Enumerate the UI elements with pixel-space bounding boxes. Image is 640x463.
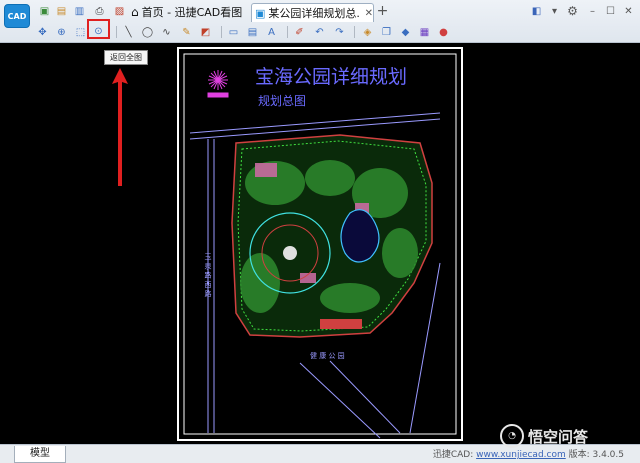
image-icon[interactable]: ▦ (418, 26, 431, 39)
minimize-icon[interactable]: – (586, 5, 599, 18)
dropdown-icon[interactable]: ▾ (548, 5, 561, 18)
save-icon[interactable]: ▥ (73, 5, 86, 18)
layers-panel-icon[interactable]: ❐ (380, 26, 393, 39)
settings-icon[interactable]: ⚙ (566, 5, 579, 18)
website-link[interactable]: www.xunjiecad.com (476, 450, 566, 460)
tab-home[interactable]: ⌂ 首页 - 迅捷CAD看图 (131, 3, 249, 21)
status-prefix: 迅捷CAD: (432, 450, 477, 460)
pan-icon[interactable]: ✥ (36, 26, 49, 39)
eraser-icon[interactable]: ◩ (199, 26, 212, 39)
home-icon: ⌂ (131, 5, 139, 19)
pencil-icon[interactable]: ✎ (180, 26, 193, 39)
new-tab-button[interactable]: + (376, 4, 389, 18)
text-box-icon[interactable]: ▤ (246, 26, 259, 39)
toolbar-divider (116, 26, 117, 38)
annotation-arrow (112, 68, 128, 186)
close-icon[interactable]: ✕ (622, 5, 635, 18)
eraser-icon[interactable]: ✐ (293, 26, 306, 39)
drawing-canvas[interactable]: 宝海公园详细规划 规划总图 玉 泉 路 西 路 健 康 公 园 (0, 43, 640, 444)
entrance-gates (320, 319, 362, 329)
drawing-title: 宝海公园详细规划 (255, 66, 407, 88)
arc-icon[interactable]: ∿ (160, 26, 173, 39)
3d-cube-icon[interactable]: ◆ (399, 26, 412, 39)
print-icon[interactable]: ⎙ (93, 5, 106, 18)
drawing-file-icon: ▣ (255, 6, 266, 20)
export-icon[interactable]: ▨ (113, 5, 126, 18)
rectangle-icon[interactable]: ▭ (227, 26, 240, 39)
plaza-center (283, 246, 297, 260)
app-logo[interactable]: CAD (4, 4, 30, 28)
watermark-text: 悟空问答 (528, 427, 589, 446)
redo-icon[interactable]: ↷ (333, 26, 346, 39)
cad-drawing: 宝海公园详细规划 规划总图 玉 泉 路 西 路 健 康 公 园 (177, 47, 463, 441)
highlight-box (87, 19, 110, 39)
toolbar-divider (221, 26, 222, 38)
status-info: 迅捷CAD: www.xunjiecad.com 版本: 3.4.0.5 (433, 447, 624, 460)
left-road-label: 玉 泉 路 西 路 (204, 253, 212, 298)
undo-icon[interactable]: ↶ (313, 26, 326, 39)
toolbar-divider (354, 26, 355, 38)
watermark: ◔ 悟空问答 (500, 424, 588, 448)
bottom-label: 健 康 公 园 (310, 351, 345, 360)
toolbar-divider (287, 26, 288, 38)
circle-icon[interactable]: ◯ (141, 26, 154, 39)
tab-drawing-label: 某公园详细规划总... (268, 7, 361, 20)
text-icon[interactable]: A (265, 26, 278, 39)
tab-home-label: 首页 - 迅捷CAD看图 (141, 6, 243, 19)
maximize-icon[interactable]: ☐ (604, 5, 617, 18)
park-logo-graphic (207, 70, 229, 98)
close-tab-icon[interactable]: ✕ (365, 8, 373, 19)
wukong-icon: ◔ (500, 424, 524, 448)
tooltip: 返回全图 (104, 50, 148, 65)
version-text: 版本: 3.4.0.5 (565, 450, 624, 460)
color-wheel-icon[interactable]: ● (437, 26, 450, 39)
model-tab[interactable]: 模型 (14, 446, 66, 463)
new-file-icon[interactable]: ▣ (38, 5, 51, 18)
drawing-subtitle: 规划总图 (258, 93, 306, 108)
line-icon[interactable]: ╲ (122, 26, 135, 39)
open-file-icon[interactable]: ▤ (55, 5, 68, 18)
tab-drawing[interactable]: ▣ 某公园详细规划总... ✕ (251, 3, 374, 22)
layer-icon[interactable]: ◈ (361, 26, 374, 39)
pin-icon[interactable]: ◧ (530, 5, 543, 18)
zoom-extents-icon[interactable]: ⬚ (74, 26, 87, 39)
zoom-window-icon[interactable]: ⊕ (55, 26, 68, 39)
